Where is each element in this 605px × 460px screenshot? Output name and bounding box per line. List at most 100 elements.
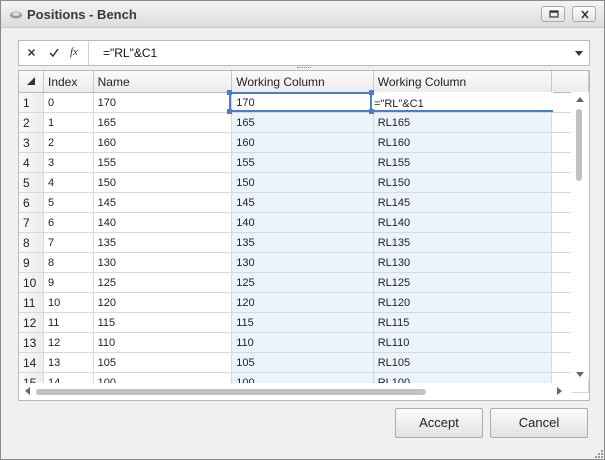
horizontal-scroll-thumb[interactable]: [36, 389, 426, 395]
cell-working-column-2[interactable]: RL165: [373, 112, 552, 133]
insert-function-button[interactable]: fx: [65, 41, 87, 65]
cell-index[interactable]: 8: [43, 252, 94, 273]
cell-working-column-2[interactable]: RL125: [373, 272, 552, 293]
cancel-button[interactable]: Cancel: [490, 408, 588, 438]
cell-name[interactable]: 165: [93, 112, 233, 133]
cell-name[interactable]: 125: [93, 272, 233, 293]
cell-working-column[interactable]: 130: [231, 252, 374, 273]
cell-name[interactable]: 135: [93, 232, 233, 253]
table-row: 3 2 160 160 RL160: [19, 132, 589, 153]
cell-working-column[interactable]: 150: [231, 172, 374, 193]
cell-name[interactable]: 155: [93, 152, 233, 173]
cell-index[interactable]: 6: [43, 212, 94, 233]
cell-working-column-2[interactable]: RL150: [373, 172, 552, 193]
cell-name[interactable]: 115: [93, 312, 233, 333]
row-header[interactable]: 8: [19, 232, 44, 253]
cell-name[interactable]: 105: [93, 352, 233, 373]
chevron-down-icon[interactable]: [575, 51, 583, 56]
cell-working-column[interactable]: 105: [231, 352, 374, 373]
cell-working-column-2[interactable]: RL135: [373, 232, 552, 253]
column-header-index[interactable]: Index: [43, 71, 94, 93]
cell-index[interactable]: 3: [43, 152, 94, 173]
column-header-name[interactable]: Name: [93, 71, 233, 93]
cell-name[interactable]: 120: [93, 292, 233, 313]
scroll-up-icon[interactable]: [576, 97, 584, 102]
cell-working-column[interactable]: 125: [231, 272, 374, 293]
row-header[interactable]: 14: [19, 352, 44, 373]
vertical-scrollbar[interactable]: [571, 92, 589, 380]
cell-working-column[interactable]: 110: [231, 332, 374, 353]
column-header-working-column-2[interactable]: Working Column: [373, 71, 552, 93]
cell-editor[interactable]: ="RL"&C1: [372, 92, 553, 112]
cell-index[interactable]: 11: [43, 312, 94, 333]
row-header[interactable]: 2: [19, 112, 44, 133]
cell-name[interactable]: 170: [93, 92, 233, 113]
cell-working-column[interactable]: 135: [231, 232, 374, 253]
cell-working-column-2[interactable]: RL115: [373, 312, 552, 333]
row-header[interactable]: 13: [19, 332, 44, 353]
vertical-scroll-thumb[interactable]: [576, 109, 582, 181]
window-title: Positions - Bench: [27, 7, 137, 22]
scroll-down-icon[interactable]: [576, 372, 584, 377]
close-button[interactable]: [572, 6, 596, 22]
row-header[interactable]: 5: [19, 172, 44, 193]
cell-index[interactable]: 2: [43, 132, 94, 153]
cell-working-column[interactable]: 145: [231, 192, 374, 213]
cell-index[interactable]: 13: [43, 352, 94, 373]
dialog-window: Positions - Bench fx ="RL"&C1 Index Name…: [0, 0, 605, 460]
cell-working-column[interactable]: 115: [231, 312, 374, 333]
cell-name[interactable]: 160: [93, 132, 233, 153]
row-header[interactable]: 4: [19, 152, 44, 173]
row-header[interactable]: 10: [19, 272, 44, 293]
scroll-left-icon[interactable]: [25, 387, 30, 395]
cell-name[interactable]: 140: [93, 212, 233, 233]
cell-working-column[interactable]: 120: [231, 292, 374, 313]
formula-input[interactable]: ="RL"&C1: [103, 46, 157, 60]
cell-working-column[interactable]: 160: [231, 132, 374, 153]
row-header[interactable]: 3: [19, 132, 44, 153]
horizontal-scrollbar[interactable]: [19, 383, 571, 399]
cell-working-column-2[interactable]: RL110: [373, 332, 552, 353]
cell-index[interactable]: 4: [43, 172, 94, 193]
cell-working-column-2[interactable]: RL160: [373, 132, 552, 153]
accept-button[interactable]: Accept: [395, 408, 483, 438]
formula-confirm-button[interactable]: [43, 41, 65, 65]
row-header[interactable]: 9: [19, 252, 44, 273]
cell-name[interactable]: 145: [93, 192, 233, 213]
formula-tools: fx: [19, 41, 89, 65]
row-header[interactable]: 11: [19, 292, 44, 313]
cell-index[interactable]: 5: [43, 192, 94, 213]
cell-working-column-2[interactable]: RL140: [373, 212, 552, 233]
row-header[interactable]: 7: [19, 212, 44, 233]
resize-grip-icon[interactable]: [594, 449, 603, 458]
cell-working-column-2[interactable]: RL120: [373, 292, 552, 313]
formula-cancel-button[interactable]: [21, 41, 43, 65]
title-bar[interactable]: Positions - Bench: [1, 1, 604, 28]
row-header[interactable]: 1: [19, 92, 44, 113]
scroll-right-icon[interactable]: [557, 387, 562, 395]
cell-index[interactable]: 0: [43, 92, 94, 113]
cell-index[interactable]: 10: [43, 292, 94, 313]
cell-working-column[interactable]: 140: [231, 212, 374, 233]
cell-working-column[interactable]: 155: [231, 152, 374, 173]
cell-name[interactable]: 130: [93, 252, 233, 273]
cell-index[interactable]: 7: [43, 232, 94, 253]
cell-working-column-2[interactable]: RL130: [373, 252, 552, 273]
row-header[interactable]: 12: [19, 312, 44, 333]
cell-working-column-2[interactable]: RL105: [373, 352, 552, 373]
row-header[interactable]: 6: [19, 192, 44, 213]
cell-index[interactable]: 9: [43, 272, 94, 293]
column-header-working-column[interactable]: Working Column: [231, 71, 374, 93]
table-row: 8 7 135 135 RL135: [19, 232, 589, 253]
cell-working-column-2[interactable]: RL155: [373, 152, 552, 173]
cell-name[interactable]: 150: [93, 172, 233, 193]
cell-index[interactable]: 12: [43, 332, 94, 353]
cell-index[interactable]: 1: [43, 112, 94, 133]
cell-working-column[interactable]: 165: [231, 112, 374, 133]
close-icon: [581, 10, 589, 19]
restore-button[interactable]: [541, 6, 565, 22]
cell-working-column-2[interactable]: RL145: [373, 192, 552, 213]
cell-working-column[interactable]: 170: [231, 92, 374, 113]
select-all-corner[interactable]: [19, 71, 44, 93]
cell-name[interactable]: 110: [93, 332, 233, 353]
